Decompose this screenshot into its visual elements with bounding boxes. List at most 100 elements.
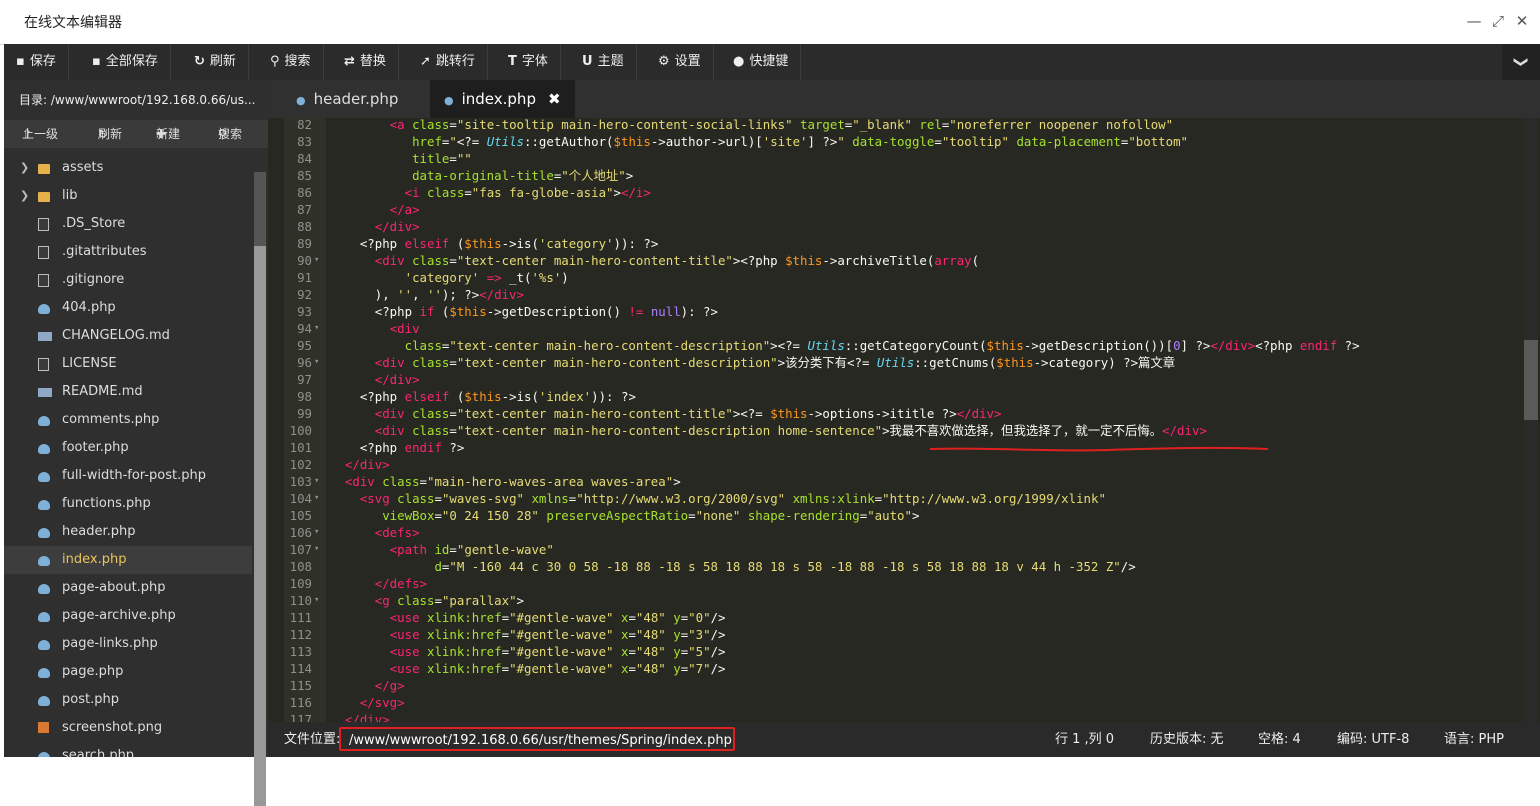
php-icon [38, 416, 50, 426]
file-item[interactable]: CHANGELOG.md [4, 322, 252, 350]
file-item[interactable]: README.md [4, 378, 252, 406]
code-line: 109 </defs> [268, 575, 1518, 592]
close-icon[interactable]: ✕ [1512, 10, 1532, 32]
file-name: full-width-for-post.php [62, 468, 206, 483]
file-name: footer.php [62, 440, 129, 455]
code-editor[interactable]: 82 <a class="site-tooltip main-hero-cont… [268, 118, 1540, 722]
line-number: 97 [297, 372, 312, 387]
file-item[interactable]: .DS_Store [4, 210, 252, 238]
editor-scrollbar-thumb[interactable] [1524, 340, 1538, 420]
file-item[interactable]: screenshot.png [4, 714, 252, 742]
code-line: 110 ▾ <g class="parallax"> [268, 592, 1518, 609]
file-item[interactable]: .gitattributes [4, 238, 252, 266]
sidebar-scrollbar-thumb[interactable] [254, 246, 266, 806]
file-item[interactable]: full-width-for-post.php [4, 462, 252, 490]
goto-line-button[interactable]: ➚ 跳转行 [408, 44, 488, 80]
php-icon [38, 668, 50, 678]
file-item[interactable]: page.php [4, 658, 252, 686]
fold-marker-icon[interactable]: ▾ [314, 252, 319, 269]
font-button[interactable]: T 字体 [496, 44, 561, 80]
indent-spaces[interactable]: 空格: 4 [1258, 722, 1301, 757]
code-line: 107 ▾ <path id="gentle-wave" [268, 541, 1518, 558]
line-number: 106 [289, 525, 312, 540]
code-line: 90 ▾ <div class="text-center main-hero-co… [268, 252, 1518, 269]
file-item[interactable]: .gitignore [4, 266, 252, 294]
line-number: 104 [289, 491, 312, 506]
maximize-icon[interactable]: ⤢ [1488, 10, 1508, 32]
code-line: 93 <?php if ($this->getDescription() != … [268, 303, 1518, 320]
code-text: <use xlink:href="#gentle-wave" x="48" y=… [389, 627, 726, 642]
file-item[interactable]: index.php [4, 546, 252, 574]
fold-marker-icon[interactable]: ▾ [314, 524, 319, 541]
line-number: 86 [297, 185, 312, 200]
fold-marker-icon[interactable]: ▾ [314, 490, 319, 507]
shortcuts-button[interactable]: ● 快捷键 [721, 44, 802, 80]
file-item[interactable]: functions.php [4, 490, 252, 518]
save-all-button[interactable]: ▪ 全部保存 [80, 44, 171, 80]
file-item[interactable]: comments.php [4, 406, 252, 434]
fold-marker-icon[interactable]: ▾ [314, 354, 319, 371]
theme-button[interactable]: U 主题 [570, 44, 637, 80]
search-button[interactable]: ⚲ 搜索 [258, 44, 324, 80]
fold-marker-icon[interactable]: ▾ [314, 541, 319, 558]
file-item[interactable]: post.php [4, 686, 252, 714]
editor-scrollbar[interactable] [1524, 118, 1538, 722]
fold-marker-icon[interactable]: ▾ [314, 320, 319, 337]
code-text: <div class="main-hero-waves-area waves-a… [344, 474, 681, 489]
cursor-position[interactable]: 行 1 ,列 0 [1055, 722, 1114, 757]
file-item[interactable]: header.php [4, 518, 252, 546]
folder-item[interactable]: ❯ lib [4, 182, 252, 210]
php-icon [38, 556, 50, 566]
code-text: </g> [374, 678, 405, 693]
file-item[interactable]: page-about.php [4, 574, 252, 602]
code-line: 112 <use xlink:href="#gentle-wave" x="48… [268, 626, 1518, 643]
code-line: 115 </g> [268, 677, 1518, 694]
tab-header-php[interactable]: ● header.php [284, 80, 410, 118]
code-line: 95 class="text-center main-hero-content-… [268, 337, 1518, 354]
chevron-right-icon[interactable]: ❯ [20, 182, 30, 210]
search-icon: ⚲ [270, 54, 280, 69]
file-name: search.php [62, 748, 135, 757]
code-text: <defs> [374, 525, 420, 540]
file-item[interactable]: footer.php [4, 434, 252, 462]
tab-index-php[interactable]: ● index.php ✖ [430, 80, 575, 120]
settings-button[interactable]: ⚙ 设置 [646, 44, 714, 80]
code-text: </div> [374, 372, 420, 387]
toolbar-collapse-button[interactable]: ❯ [1502, 44, 1540, 80]
code-line: 108 d="M -160 44 c 30 0 58 -18 88 -18 s … [268, 558, 1518, 575]
file-item[interactable]: page-archive.php [4, 602, 252, 630]
folder-item[interactable]: ❯ assets [4, 154, 252, 182]
file-list: ❯ assets ❯ lib .DS_Store .gitattributes .gitig… [4, 154, 252, 757]
code-line: 104 ▾ <svg class="waves-svg" xmlns="http:… [268, 490, 1518, 507]
folder-icon [38, 164, 50, 174]
file-language[interactable]: 语言: PHP [1444, 722, 1504, 757]
close-tab-icon[interactable]: ✖ [548, 90, 561, 108]
code-text: </defs> [374, 576, 427, 591]
file-encoding[interactable]: 编码: UTF-8 [1337, 722, 1409, 757]
replace-button[interactable]: ⇄ 替换 [332, 44, 399, 80]
code-text: <?php elseif ($this->is('category')): ?> [330, 236, 659, 251]
window-title: 在线文本编辑器 [24, 15, 122, 31]
code-line: 98 <?php elseif ($this->is('index')): ?> [268, 388, 1518, 405]
file-name: comments.php [62, 412, 160, 427]
code-line: 101 <?php endif ?> [268, 439, 1518, 456]
settings-icon: ⚙ [658, 54, 670, 69]
fold-marker-icon[interactable]: ▾ [314, 473, 319, 490]
file-item[interactable]: search.php [4, 742, 252, 757]
history-versions[interactable]: 历史版本: 无 [1150, 722, 1224, 757]
minimize-icon[interactable]: — [1464, 10, 1484, 32]
refresh-button[interactable]: ↻ 刷新 [182, 44, 249, 80]
fold-marker-icon[interactable]: ▾ [314, 592, 319, 609]
file-name: page-about.php [62, 580, 166, 595]
line-number: 90 [297, 253, 312, 268]
file-item[interactable]: LICENSE [4, 350, 252, 378]
file-sidebar: 目录: /www/wwwroot/192.168.0.66/us... ⇧ 上一… [4, 80, 268, 806]
code-line: 105 viewBox="0 24 150 28" preserveAspect… [268, 507, 1518, 524]
save-button[interactable]: ▪ 保存 [4, 44, 69, 80]
file-name: .gitignore [62, 272, 125, 287]
file-item[interactable]: page-links.php [4, 630, 252, 658]
file-item[interactable]: 404.php [4, 294, 252, 322]
file-location-path: /www/wwwroot/192.168.0.66/usr/themes/Spr… [339, 727, 735, 751]
chevron-right-icon[interactable]: ❯ [20, 154, 30, 182]
line-number: 88 [297, 219, 312, 234]
